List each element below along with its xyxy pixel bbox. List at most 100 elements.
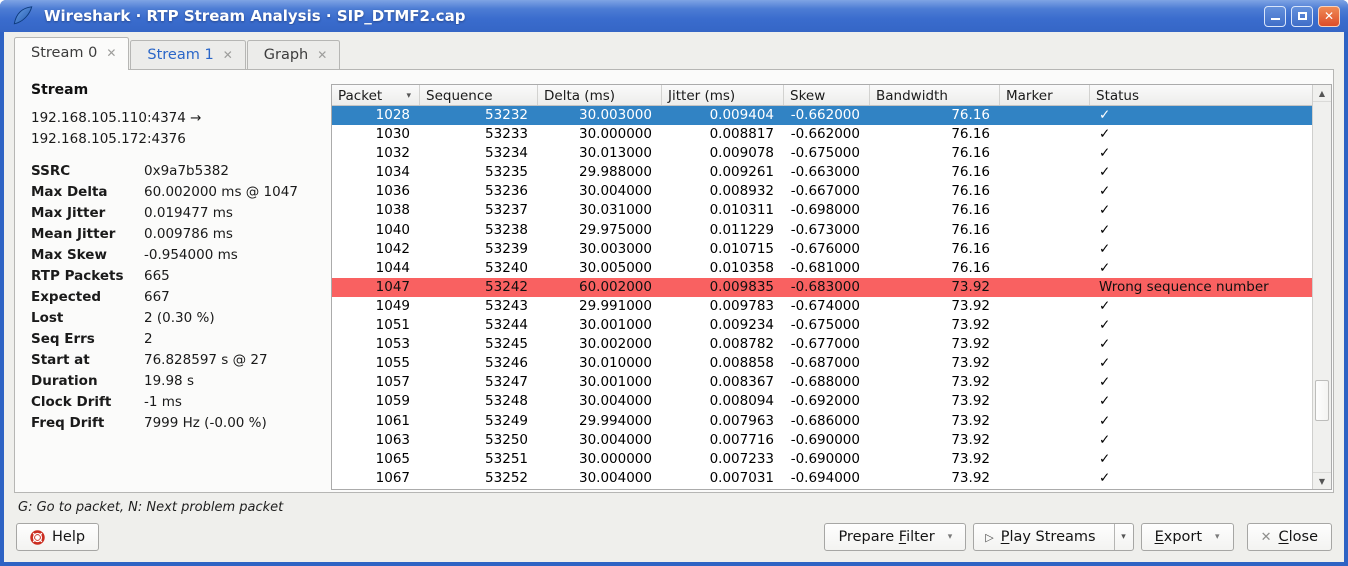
cell-skew: -0.663000 bbox=[784, 163, 870, 182]
stat-label: Max Delta bbox=[31, 182, 144, 203]
scroll-up-icon[interactable]: ▲ bbox=[1313, 85, 1331, 102]
table-row[interactable]: 1028 53232 30.003000 0.009404 -0.662000 … bbox=[332, 106, 1312, 125]
cell-delta: 60.002000 bbox=[538, 278, 662, 297]
prepare-filter-button[interactable]: Prepare Filter ▾ bbox=[824, 523, 966, 551]
cell-sequence: 53248 bbox=[420, 392, 538, 411]
cell-status: ✓ bbox=[1090, 431, 1312, 450]
stat-row: Clock Drift -1 ms bbox=[31, 392, 331, 413]
table-row[interactable]: 1040 53238 29.975000 0.011229 -0.673000 … bbox=[332, 221, 1312, 240]
cell-bandwidth: 73.92 bbox=[870, 412, 1000, 431]
table-row[interactable]: 1038 53237 30.031000 0.010311 -0.698000 … bbox=[332, 201, 1312, 220]
stat-label: Freq Drift bbox=[31, 413, 144, 434]
tab[interactable]: Stream 1 ✕ bbox=[130, 40, 245, 69]
minimize-button[interactable] bbox=[1264, 6, 1286, 27]
cell-jitter: 0.009261 bbox=[662, 163, 784, 182]
cell-packet: 1047 bbox=[332, 278, 420, 297]
cell-sequence: 53239 bbox=[420, 240, 538, 259]
window-body: Stream 0 ✕ Stream 1 ✕ Graph ✕ Stream bbox=[4, 32, 1344, 562]
cell-jitter: 0.010715 bbox=[662, 240, 784, 259]
column-header-status[interactable]: Status bbox=[1090, 85, 1312, 105]
table-row[interactable]: 1061 53249 29.994000 0.007963 -0.686000 … bbox=[332, 412, 1312, 431]
column-header-sequence[interactable]: Sequence bbox=[420, 85, 538, 105]
table-row[interactable]: 1034 53235 29.988000 0.009261 -0.663000 … bbox=[332, 163, 1312, 182]
cell-delta: 30.013000 bbox=[538, 144, 662, 163]
tab-label: Graph bbox=[264, 47, 308, 63]
column-header-packet[interactable]: Packet ▾ bbox=[332, 85, 420, 105]
table-row[interactable]: 1042 53239 30.003000 0.010715 -0.676000 … bbox=[332, 240, 1312, 259]
table-row[interactable]: 1055 53246 30.010000 0.008858 -0.687000 … bbox=[332, 354, 1312, 373]
table-row[interactable]: 1063 53250 30.004000 0.007716 -0.690000 … bbox=[332, 431, 1312, 450]
vertical-scrollbar[interactable]: ▲ ▼ bbox=[1312, 85, 1331, 489]
table-row[interactable]: 1067 53252 30.004000 0.007031 -0.694000 … bbox=[332, 469, 1312, 488]
column-header-delta[interactable]: Delta (ms) bbox=[538, 85, 662, 105]
cell-delta: 30.010000 bbox=[538, 354, 662, 373]
packet-table: Packet ▾ Sequence Delta (ms) Jitter (ms)… bbox=[331, 84, 1332, 490]
stat-label: SSRC bbox=[31, 161, 144, 182]
chevron-down-icon[interactable]: ▾ bbox=[1215, 532, 1220, 542]
column-header-skew[interactable]: Skew bbox=[784, 85, 870, 105]
cell-marker bbox=[1000, 278, 1090, 297]
cell-sequence: 53252 bbox=[420, 469, 538, 488]
cell-skew: -0.686000 bbox=[784, 412, 870, 431]
export-button[interactable]: Export ▾ bbox=[1141, 523, 1234, 551]
tab[interactable]: Stream 0 ✕ bbox=[14, 37, 129, 70]
cell-skew: -0.667000 bbox=[784, 182, 870, 201]
cell-bandwidth: 73.92 bbox=[870, 373, 1000, 392]
cell-delta: 30.001000 bbox=[538, 316, 662, 335]
table-row[interactable]: 1036 53236 30.004000 0.008932 -0.667000 … bbox=[332, 182, 1312, 201]
table-row[interactable]: 1044 53240 30.005000 0.010358 -0.681000 … bbox=[332, 259, 1312, 278]
stat-row: Mean Jitter 0.009786 ms bbox=[31, 224, 331, 245]
sort-descending-icon: ▾ bbox=[406, 91, 413, 101]
maximize-button[interactable] bbox=[1291, 6, 1313, 27]
cell-jitter: 0.009234 bbox=[662, 316, 784, 335]
table-row[interactable]: 1059 53248 30.004000 0.008094 -0.692000 … bbox=[332, 392, 1312, 411]
cell-packet: 1032 bbox=[332, 144, 420, 163]
tab-close-icon[interactable]: ✕ bbox=[106, 47, 116, 59]
table-row[interactable]: 1032 53234 30.013000 0.009078 -0.675000 … bbox=[332, 144, 1312, 163]
table-row[interactable]: 1047 53242 60.002000 0.009835 -0.683000 … bbox=[332, 278, 1312, 297]
cell-packet: 1057 bbox=[332, 373, 420, 392]
scrollbar-thumb[interactable] bbox=[1315, 380, 1329, 421]
titlebar[interactable]: Wireshark · RTP Stream Analysis · SIP_DT… bbox=[0, 0, 1348, 32]
footer: Help Prepare Filter ▾ ▷ Play Streams ▾ E… bbox=[4, 523, 1344, 551]
scroll-down-icon[interactable]: ▼ bbox=[1313, 472, 1331, 489]
table-row[interactable]: 1065 53251 30.000000 0.007233 -0.690000 … bbox=[332, 450, 1312, 469]
column-header-bandwidth[interactable]: Bandwidth bbox=[870, 85, 1000, 105]
column-header-jitter[interactable]: Jitter (ms) bbox=[662, 85, 784, 105]
stat-value: -0.954000 ms bbox=[144, 245, 331, 266]
cell-status: ✓ bbox=[1090, 316, 1312, 335]
tab[interactable]: Graph ✕ bbox=[247, 40, 341, 69]
table-row[interactable]: 1051 53244 30.001000 0.009234 -0.675000 … bbox=[332, 316, 1312, 335]
table-row[interactable]: 1030 53233 30.000000 0.008817 -0.662000 … bbox=[332, 125, 1312, 144]
tab-close-icon[interactable]: ✕ bbox=[317, 49, 327, 61]
table-row[interactable]: 1053 53245 30.002000 0.008782 -0.677000 … bbox=[332, 335, 1312, 354]
maximize-icon bbox=[1298, 12, 1307, 20]
cell-skew: -0.675000 bbox=[784, 144, 870, 163]
cell-delta: 30.005000 bbox=[538, 259, 662, 278]
cell-status: Wrong sequence number bbox=[1090, 278, 1312, 297]
tab-close-icon[interactable]: ✕ bbox=[223, 49, 233, 61]
cell-sequence: 53244 bbox=[420, 316, 538, 335]
cell-sequence: 53233 bbox=[420, 125, 538, 144]
cell-packet: 1040 bbox=[332, 221, 420, 240]
wireshark-fin-icon bbox=[12, 5, 34, 27]
close-button[interactable]: ✕ Close bbox=[1247, 523, 1332, 551]
table-row[interactable]: 1049 53243 29.991000 0.009783 -0.674000 … bbox=[332, 297, 1312, 316]
table-row[interactable]: 1057 53247 30.001000 0.008367 -0.688000 … bbox=[332, 373, 1312, 392]
stat-row: Expected 667 bbox=[31, 287, 331, 308]
chevron-down-icon[interactable]: ▾ bbox=[948, 532, 953, 542]
cell-status: ✓ bbox=[1090, 106, 1312, 125]
help-button[interactable]: Help bbox=[16, 523, 99, 551]
stat-value: 60.002000 ms @ 1047 bbox=[144, 182, 331, 203]
cell-sequence: 53251 bbox=[420, 450, 538, 469]
cell-jitter: 0.008858 bbox=[662, 354, 784, 373]
cell-status: ✓ bbox=[1090, 201, 1312, 220]
cell-delta: 30.000000 bbox=[538, 450, 662, 469]
close-window-button[interactable]: ✕ bbox=[1318, 6, 1340, 27]
play-streams-dropdown[interactable]: ▾ bbox=[1114, 524, 1133, 550]
stat-row: Lost 2 (0.30 %) bbox=[31, 308, 331, 329]
cell-sequence: 53250 bbox=[420, 431, 538, 450]
play-streams-button[interactable]: ▷ Play Streams ▾ bbox=[973, 523, 1133, 551]
column-header-marker[interactable]: Marker bbox=[1000, 85, 1090, 105]
cell-marker bbox=[1000, 431, 1090, 450]
